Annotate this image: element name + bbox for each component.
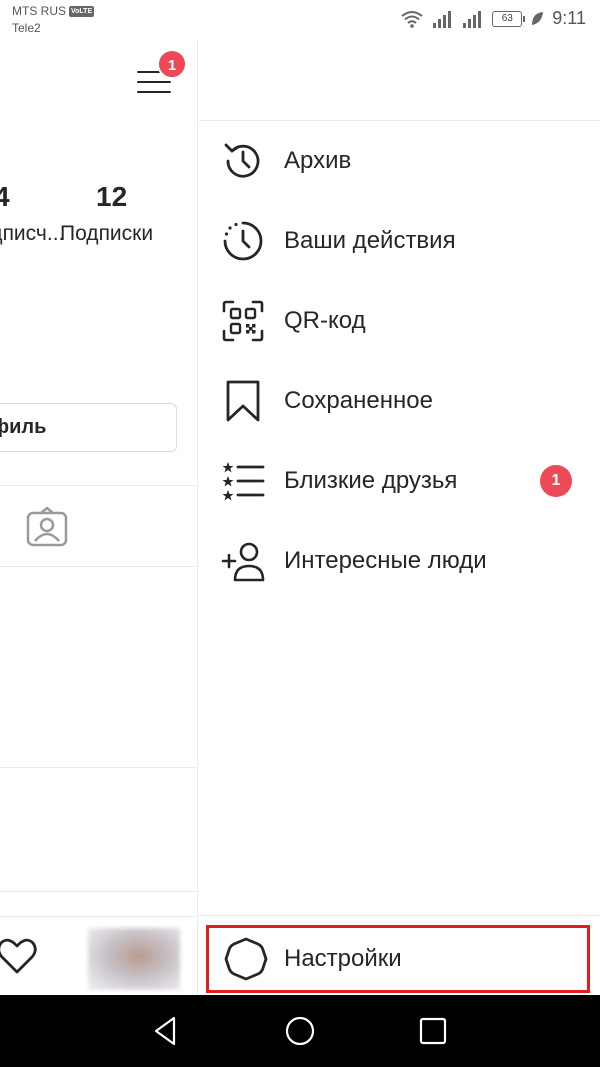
drawer-item-label: Ваши действия	[284, 227, 456, 254]
drawer-item-label: Сохраненное	[284, 387, 433, 414]
status-indicators: 63 9:11	[400, 8, 586, 29]
drawer-item-settings[interactable]: Настройки	[206, 925, 590, 993]
wifi-icon	[401, 10, 423, 28]
divider	[0, 485, 197, 486]
bookmark-icon	[226, 380, 260, 422]
profile-panel: 1 4 Подписч... 12 Подписки Редактировать…	[0, 40, 198, 995]
drawer-item-archive[interactable]: Архив	[199, 121, 600, 201]
signal-icon-sim1	[433, 10, 452, 28]
home-icon[interactable]	[282, 1013, 318, 1049]
carrier-secondary: Tele2	[12, 21, 41, 35]
signal-icon-sim2	[463, 10, 482, 28]
following-label[interactable]: Подписки	[60, 222, 153, 246]
drawer-item-discover-people[interactable]: Интересные люди	[199, 521, 600, 601]
close-friends-icon	[222, 462, 265, 501]
status-bar: MTS RUS VoLTE Tele2 63 9:11	[0, 0, 600, 40]
qr-code-icon	[222, 300, 264, 342]
archive-icon	[224, 143, 260, 178]
drawer-item-label: Архив	[284, 147, 352, 174]
heart-icon[interactable]	[0, 937, 38, 975]
carrier-primary-name: MTS RUS	[12, 4, 66, 18]
drawer-item-close-friends[interactable]: Близкие друзья 1	[199, 441, 600, 521]
drawer-item-your-activity[interactable]: Ваши действия	[199, 201, 600, 281]
drawer-item-saved[interactable]: Сохраненное	[199, 361, 600, 441]
carrier-primary: MTS RUS VoLTE	[12, 4, 95, 18]
followers-count[interactable]: 4	[0, 181, 10, 213]
menu-line	[137, 81, 171, 83]
system-nav-bar	[0, 995, 600, 1067]
back-icon[interactable]	[148, 1013, 184, 1049]
tagged-photos-icon[interactable]	[26, 507, 68, 547]
drawer-divider	[199, 915, 600, 916]
bottom-tab-bar	[0, 916, 197, 995]
edit-profile-button[interactable]: Редактировать профиль	[0, 403, 177, 452]
profile-avatar[interactable]	[88, 928, 180, 990]
add-person-icon	[221, 542, 265, 582]
drawer-item-qr-code[interactable]: QR-код	[199, 281, 600, 361]
clock: 9:11	[552, 8, 586, 28]
menu-notification-badge: 1	[157, 49, 187, 79]
volte-badge: VoLTE	[69, 5, 95, 17]
settings-label: Настройки	[284, 945, 402, 972]
battery-icon: 63	[492, 10, 526, 27]
divider	[0, 566, 197, 567]
activity-icon	[223, 221, 263, 261]
close-friends-badge: 1	[540, 465, 572, 497]
drawer-item-label: QR-код	[284, 307, 366, 334]
side-drawer: Архив Ваши действия QR-код Сохраненное Б…	[199, 40, 600, 995]
following-count[interactable]: 12	[96, 181, 127, 213]
divider	[0, 891, 197, 892]
recents-icon[interactable]	[415, 1013, 451, 1049]
gear-icon	[224, 937, 268, 981]
leaf-icon	[532, 11, 544, 25]
drawer-item-label: Интересные люди	[284, 547, 487, 574]
drawer-item-label: Близкие друзья	[284, 467, 458, 494]
menu-line	[137, 91, 171, 93]
followers-label[interactable]: Подписч...	[0, 222, 64, 246]
divider	[0, 767, 197, 768]
edit-profile-label: Редактировать профиль	[0, 416, 47, 438]
